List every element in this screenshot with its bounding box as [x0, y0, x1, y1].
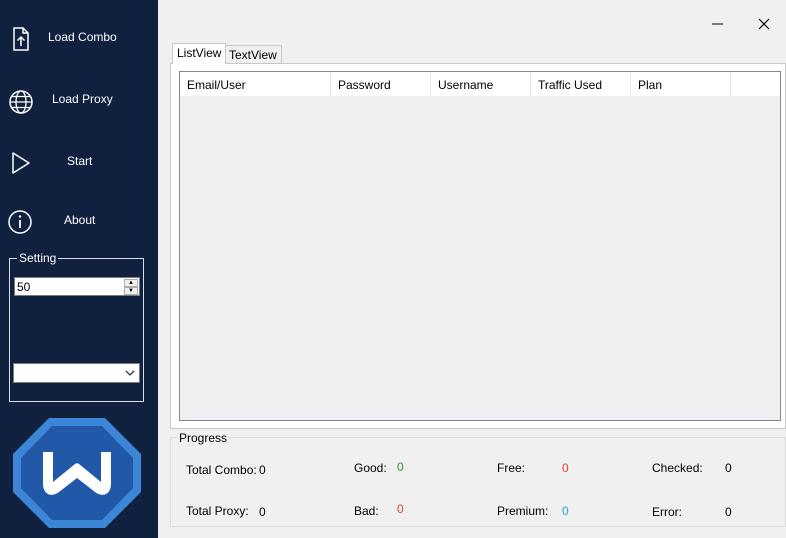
good-value: 0 — [397, 460, 404, 474]
progress-group: Progress Total Combo: 0 Total Proxy: 0 G… — [170, 431, 786, 527]
premium-value: 0 — [562, 504, 569, 518]
file-upload-icon — [13, 27, 29, 51]
column-header-traffic-used[interactable]: Traffic Used — [531, 72, 631, 96]
column-header-username[interactable]: Username — [431, 72, 531, 96]
listview-tab-panel: Email/User Password Username Traffic Use… — [170, 63, 786, 429]
total-combo-value: 0 — [259, 463, 266, 477]
total-proxy-label: Total Proxy: — [186, 504, 249, 518]
bad-label: Bad: — [354, 504, 379, 518]
tab-textview[interactable]: TextView — [224, 45, 282, 64]
load-proxy-button[interactable]: Load Proxy — [0, 80, 158, 120]
setting-group: Setting ▲ ▼ — [9, 251, 144, 402]
stepper-down-button[interactable]: ▼ — [124, 287, 138, 295]
globe-icon — [9, 90, 33, 114]
option-dropdown[interactable] — [13, 363, 140, 383]
close-icon — [758, 18, 770, 30]
play-icon — [12, 152, 30, 174]
free-value: 0 — [562, 461, 569, 475]
windscribe-logo — [13, 418, 141, 528]
results-listview[interactable]: Email/User Password Username Traffic Use… — [179, 71, 781, 421]
checked-value: 0 — [725, 461, 732, 475]
good-label: Good: — [354, 461, 387, 475]
load-combo-button[interactable]: Load Combo — [0, 18, 158, 58]
free-label: Free: — [497, 461, 526, 475]
tab-listview[interactable]: ListView — [172, 43, 227, 64]
total-combo-label: Total Combo: — [186, 463, 257, 477]
bad-value: 0 — [397, 502, 404, 516]
column-header-email[interactable]: Email/User — [180, 72, 331, 96]
start-label: Start — [67, 154, 93, 168]
info-icon — [8, 210, 32, 234]
chevron-down-icon — [125, 370, 135, 376]
sidebar: Load Combo Load Proxy Start About Settin… — [0, 0, 158, 538]
about-label: About — [64, 213, 96, 227]
load-combo-label: Load Combo — [48, 30, 117, 44]
progress-legend: Progress — [177, 431, 230, 445]
total-proxy-value: 0 — [259, 505, 266, 519]
checked-label: Checked: — [652, 461, 703, 475]
error-value: 0 — [725, 505, 732, 519]
about-button[interactable]: About — [0, 201, 158, 241]
minimize-icon — [712, 23, 723, 25]
premium-label: Premium: — [497, 504, 549, 518]
start-button[interactable]: Start — [0, 142, 158, 182]
setting-legend: Setting — [17, 251, 59, 265]
minimize-button[interactable] — [708, 14, 728, 34]
threads-stepper[interactable]: ▲ ▼ — [14, 277, 140, 296]
threads-input[interactable] — [15, 278, 127, 295]
listview-header: Email/User Password Username Traffic Use… — [180, 72, 780, 96]
column-header-password[interactable]: Password — [331, 72, 431, 96]
column-header-plan[interactable]: Plan — [631, 72, 731, 96]
load-proxy-label: Load Proxy — [52, 92, 113, 106]
stepper-up-button[interactable]: ▲ — [124, 279, 138, 287]
error-label: Error: — [652, 505, 682, 519]
close-button[interactable] — [754, 14, 774, 34]
